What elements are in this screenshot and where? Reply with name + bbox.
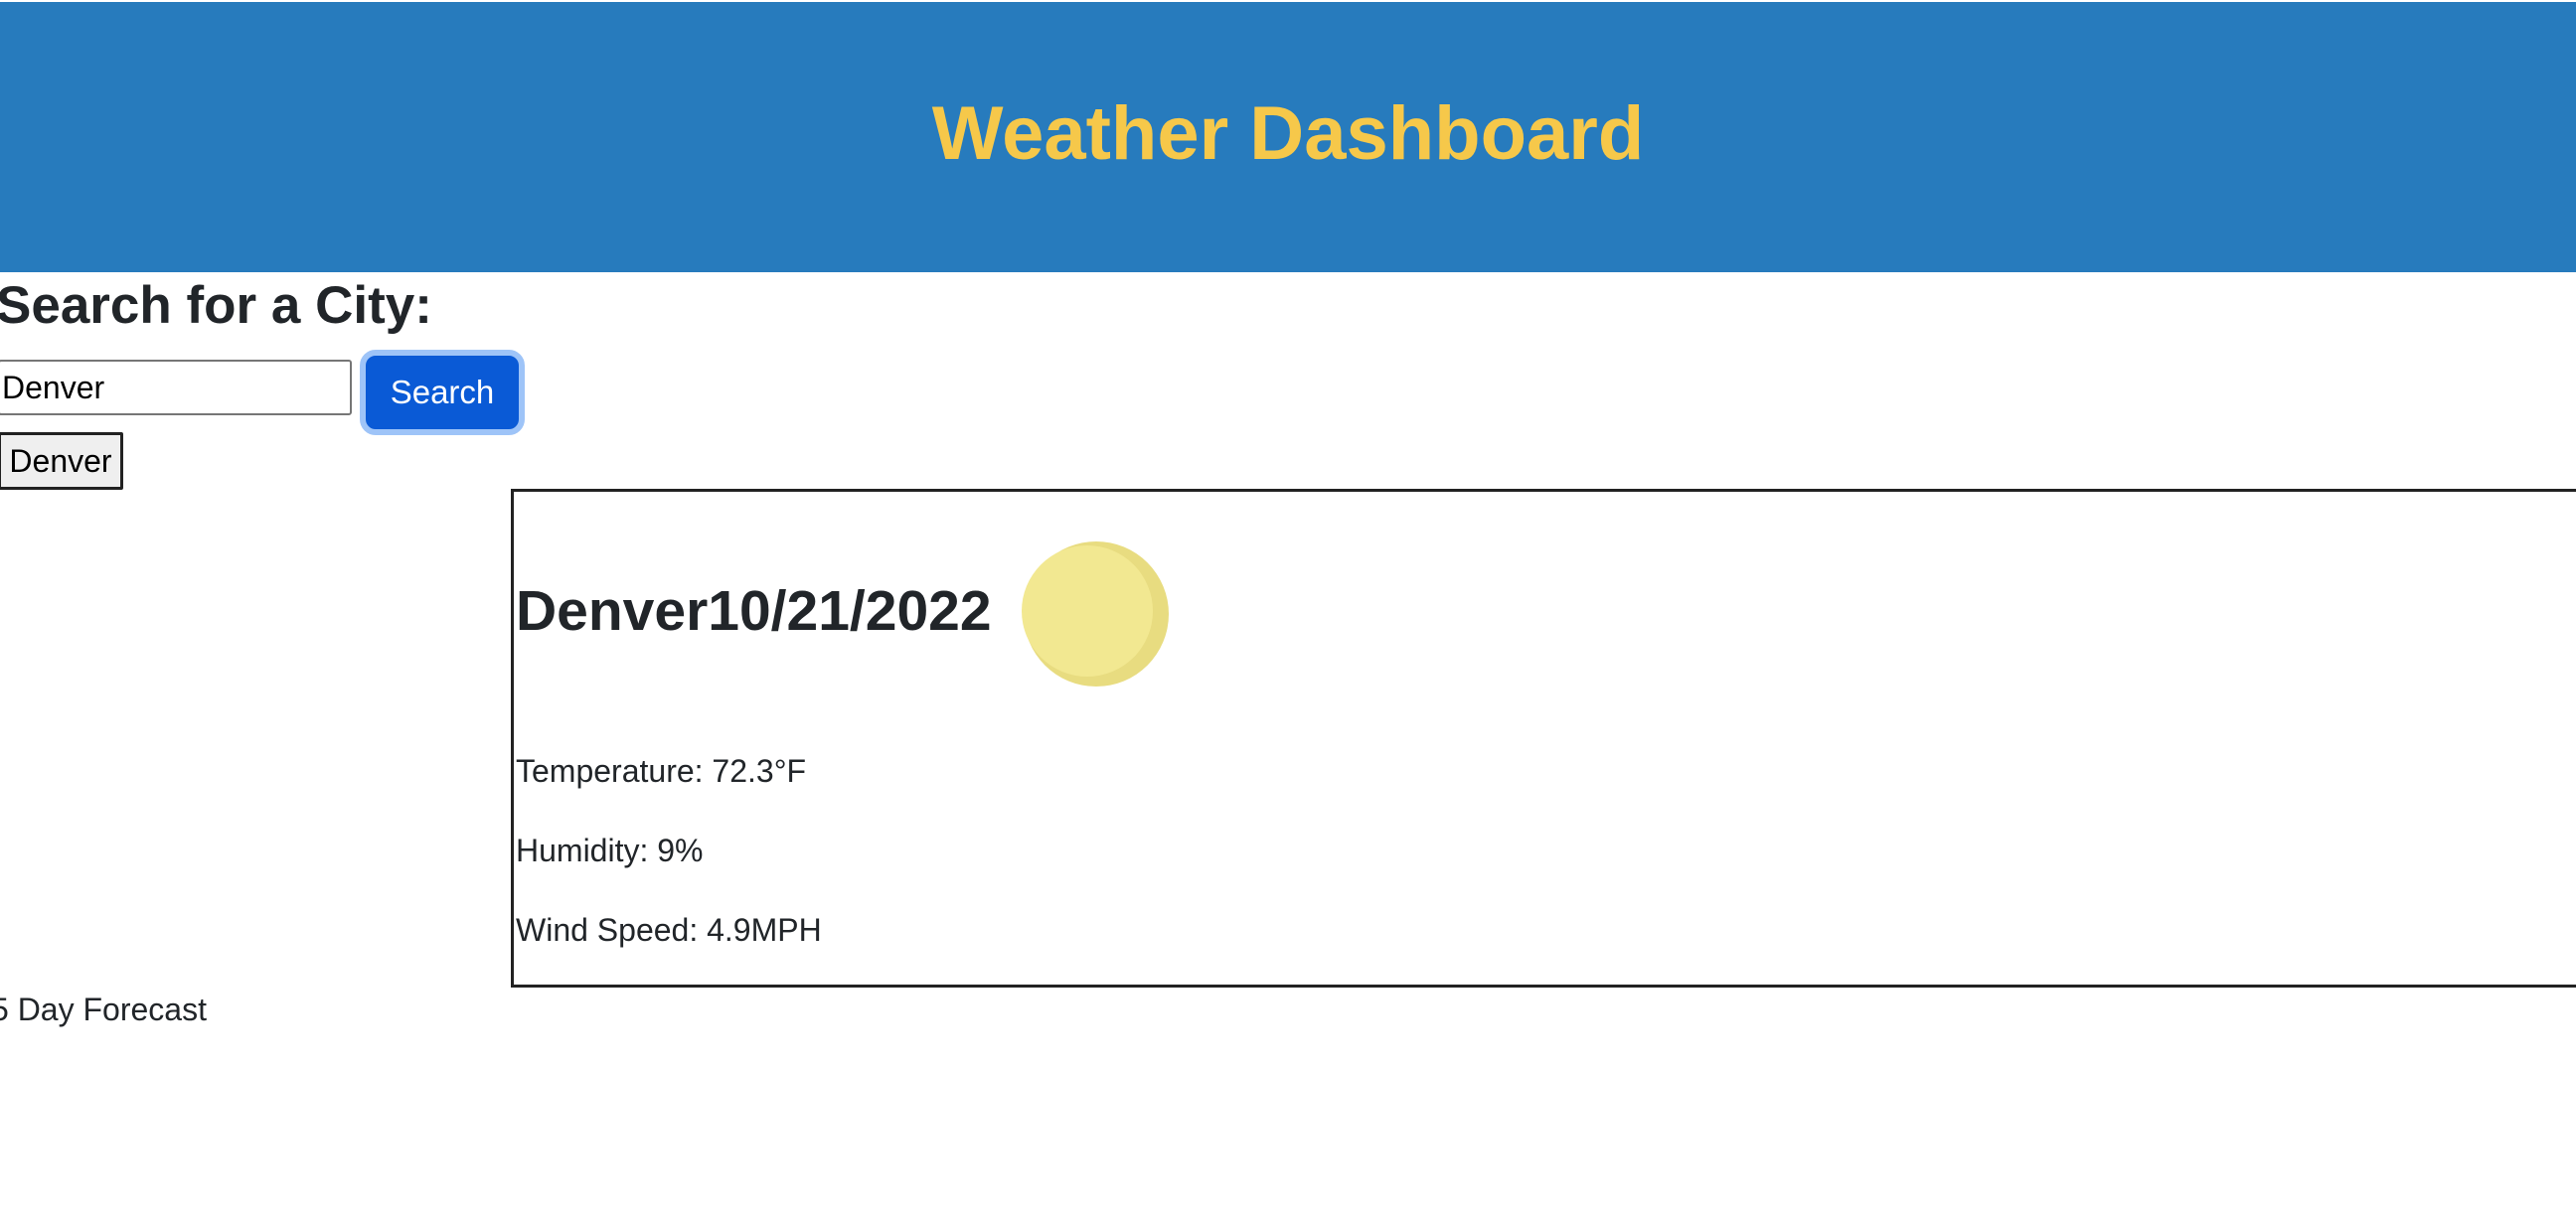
- page-header: Weather Dashboard: [0, 2, 2576, 272]
- city-search-input[interactable]: [0, 360, 352, 415]
- wind-speed-value: Wind Speed: 4.9MPH: [516, 912, 822, 948]
- current-city-date: Denver10/21/2022: [516, 579, 992, 643]
- sun-icon: [1022, 541, 1169, 687]
- humidity-value: Humidity: 9%: [516, 833, 704, 868]
- forecast-heading: 5 Day Forecast: [0, 992, 207, 1027]
- temperature-value: Temperature: 72.3°F: [516, 753, 807, 789]
- history-city-button[interactable]: Denver: [0, 432, 123, 490]
- current-weather-card: Denver10/21/2022 Temperature: 72.3°F Hum…: [511, 489, 2576, 988]
- search-heading: Search for a City:: [0, 276, 432, 335]
- page-title: Weather Dashboard: [931, 90, 1645, 176]
- search-button[interactable]: Search: [360, 350, 525, 435]
